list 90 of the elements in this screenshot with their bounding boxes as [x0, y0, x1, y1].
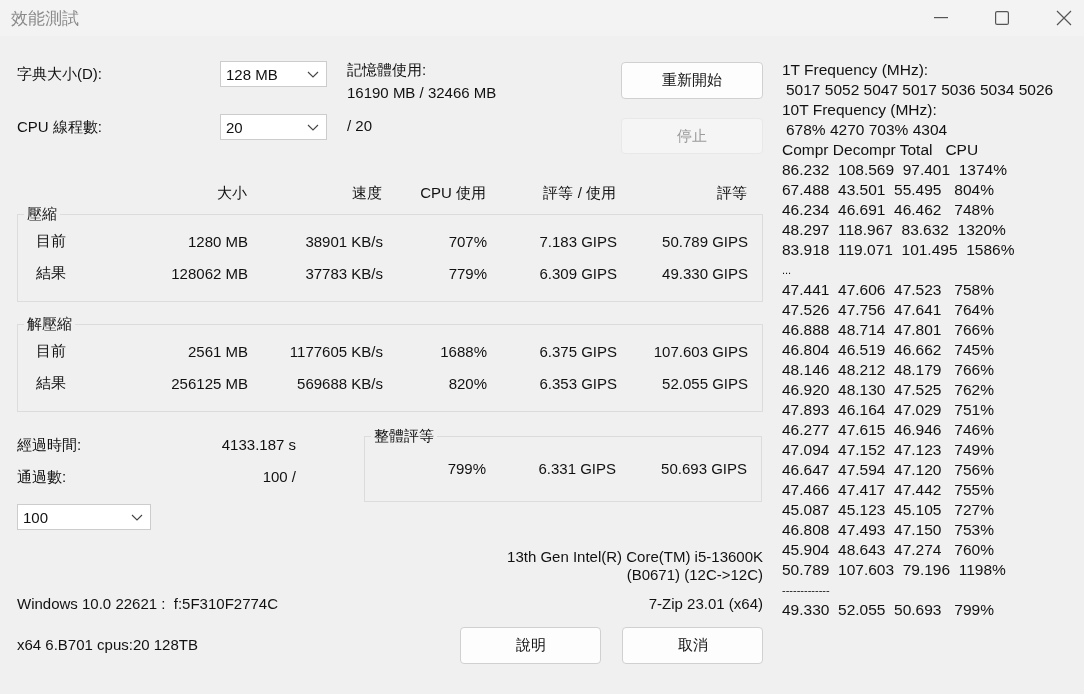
log-line: 46.647 47.594 47.120 756%	[782, 460, 995, 480]
log-line: 678% 4270 703% 4304	[785, 120, 949, 140]
log-line: 46.277 47.615 46.946 746%	[782, 420, 995, 440]
table-cell-text: 6.375 GIPS	[538, 342, 617, 360]
table-cell-text: 799%	[446, 460, 486, 477]
column-header: 大小	[216, 184, 247, 203]
passes-dropdown[interactable]: 100	[17, 504, 151, 530]
log-line: 67.488 43.501 55.495 804%	[782, 180, 995, 200]
log-line: 1T Frequency (MHz):	[782, 60, 930, 80]
log-line: 46.804 46.519 46.662 745%	[782, 340, 995, 360]
table-cell-text: 37783 KB/s	[304, 264, 383, 282]
passes-label: 通過數:	[17, 468, 67, 487]
log-line: 47.466 47.417 47.442 755%	[782, 480, 995, 500]
threads-label: CPU 線程數:	[17, 118, 103, 137]
group-title: 整體評等	[371, 427, 437, 446]
table-cell-text: 779%	[447, 264, 487, 282]
row-label: 結果	[35, 263, 67, 283]
table-cell-text: 820%	[447, 374, 487, 392]
dictionary-dropdown[interactable]: 128 MB	[220, 61, 327, 87]
log-line: 47.094 47.152 47.123 749%	[782, 440, 995, 460]
log-line: 45.087 45.123 45.105 727%	[782, 500, 995, 520]
log-line: 48.146 48.212 48.179 766%	[782, 360, 995, 380]
table-cell-text: 6.309 GIPS	[538, 264, 617, 282]
table-cell-text: 38901 KB/s	[304, 232, 383, 250]
log-line: 46.234 46.691 46.462 748%	[782, 200, 995, 220]
close-icon[interactable]	[1056, 10, 1072, 26]
dialog-button[interactable]: 說明	[460, 627, 601, 664]
column-header: 速度	[351, 184, 382, 203]
table-cell-text: 50.693 GIPS	[660, 460, 747, 477]
system-info: x64 6.B701 cpus:20 128TB	[17, 636, 198, 653]
table-cell-text: 256125 MB	[170, 374, 248, 392]
elapsed-value: 4133.187 s	[221, 436, 296, 455]
table-cell-text: 1280 MB	[186, 232, 248, 250]
log-line: Compr Decompr Total CPU	[782, 140, 980, 160]
elapsed-label: 經過時間:	[17, 436, 82, 455]
column-header: 評等	[716, 184, 747, 203]
memory-value: 16190 MB / 32466 MB	[347, 84, 498, 101]
log-line: 46.920 48.130 47.525 762%	[782, 380, 995, 400]
log-line: 83.918 119.071 101.495 1586%	[782, 240, 1016, 260]
column-header: 評等 / 使用	[542, 184, 616, 203]
row-label: 目前	[35, 231, 67, 251]
os-info: Windows 10.0 22621 : f:5F310F2774C	[17, 595, 278, 612]
log-line: ...	[782, 263, 793, 278]
log-line: 47.441 47.606 47.523 758%	[782, 280, 995, 300]
log-line: 47.893 46.164 47.029 751%	[782, 400, 995, 420]
table-cell-text: 6.331 GIPS	[537, 460, 616, 477]
row-label: 目前	[35, 341, 67, 361]
maximize-icon[interactable]	[995, 11, 1009, 25]
group-title: 解壓縮	[24, 315, 75, 334]
table-cell-text: 2561 MB	[186, 342, 248, 360]
log-line: 49.330 52.055 50.693 799%	[782, 600, 995, 620]
table-cell-text: 1688%	[439, 342, 487, 360]
dictionary-label: 字典大小(D):	[17, 65, 103, 84]
passes-value: 100 /	[262, 468, 296, 487]
restart-button[interactable]: 重新開始	[621, 62, 763, 99]
table-cell-text: 707%	[447, 232, 487, 250]
log-line: 46.808 47.493 47.150 753%	[782, 520, 995, 540]
table-cell-text: 569688 KB/s	[296, 374, 383, 392]
window-title: 效能測試	[10, 7, 79, 30]
dialog-button[interactable]: 取消	[622, 627, 763, 664]
log-line: 46.888 48.714 47.801 766%	[782, 320, 995, 340]
table-cell-text: 1177605 KB/s	[288, 342, 383, 360]
table-cell-text: 6.353 GIPS	[538, 374, 617, 392]
cpu-info: 13th Gen Intel(R) Core(TM) i5-13600K	[507, 548, 763, 565]
log-line: -------------	[782, 583, 831, 598]
log-line: 86.232 108.569 97.401 1374%	[782, 160, 1008, 180]
table-cell-text: 49.330 GIPS	[661, 264, 748, 282]
table-cell-text: 50.789 GIPS	[661, 232, 748, 250]
row-label: 結果	[35, 373, 67, 393]
minimize-icon[interactable]	[934, 17, 948, 19]
log-line: 10T Frequency (MHz):	[782, 100, 938, 120]
table-cell-text: 52.055 GIPS	[661, 374, 748, 392]
log-line: 48.297 118.967 83.632 1320%	[782, 220, 1007, 240]
memory-label: 記憶體使用:	[347, 61, 428, 80]
threads-dropdown[interactable]: 20	[220, 114, 327, 140]
log-line: 50.789 107.603 79.196 1198%	[782, 560, 1007, 580]
log-line: 47.526 47.756 47.641 764%	[782, 300, 995, 320]
table-cell-text: 7.183 GIPS	[538, 232, 617, 250]
cpu-info: (B0671) (12C->12C)	[626, 566, 763, 583]
table-cell-text: 107.603 GIPS	[652, 342, 748, 360]
threads-max: / 20	[347, 117, 374, 134]
chevron-icon	[307, 70, 319, 78]
chevron-icon	[131, 513, 143, 521]
table-cell-text: 128062 MB	[170, 264, 248, 282]
chevron-icon	[307, 123, 319, 131]
version-text: 7-Zip 23.01 (x64)	[648, 595, 763, 612]
log-line: 45.904 48.643 47.274 760%	[782, 540, 995, 560]
group-title: 壓縮	[24, 205, 60, 224]
log-line: 5017 5052 5047 5017 5036 5034 5026	[785, 80, 1054, 100]
column-header: CPU 使用	[419, 184, 486, 203]
